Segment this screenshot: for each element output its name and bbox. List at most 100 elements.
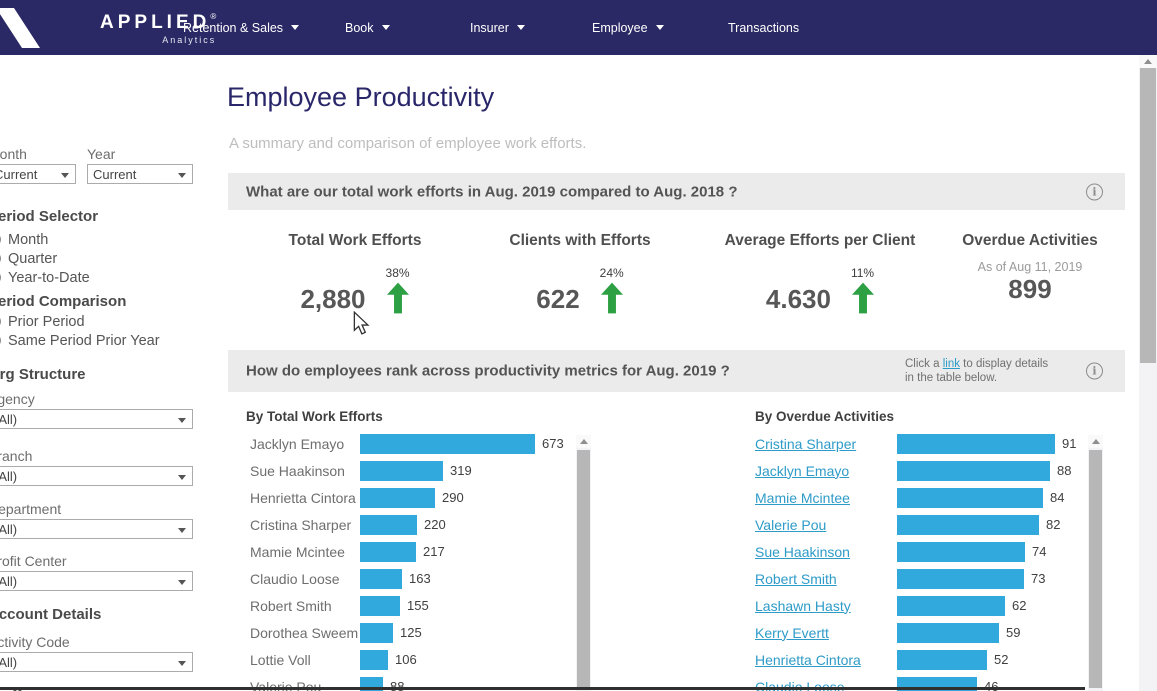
- scroll-up-arrow-icon[interactable]: [1088, 435, 1103, 448]
- chevron-down-icon: [656, 25, 664, 30]
- activity-code-select[interactable]: (All): [0, 652, 193, 672]
- chevron-down-icon: [291, 25, 299, 30]
- kpi-body: 62224%: [536, 266, 623, 314]
- year-filter-label: Year: [87, 146, 115, 162]
- period-selector-option-year-to-date[interactable]: Year-to-Date: [0, 268, 90, 287]
- period-comparison-option-prior-period[interactable]: Prior Period: [0, 312, 160, 331]
- chart-category-label: Lashawn Hasty: [748, 598, 897, 614]
- bar-value-label: 59: [1006, 625, 1020, 640]
- chart-row: Sue Haakinson74: [748, 538, 1088, 565]
- chart-left-scrollbar[interactable]: [576, 435, 591, 691]
- scrollbar-thumb[interactable]: [1140, 68, 1156, 363]
- chart-category-label: Valerie Pou: [748, 517, 897, 533]
- profit-center-select[interactable]: (All): [0, 571, 193, 591]
- info-icon[interactable]: i: [1086, 363, 1103, 380]
- employee-link[interactable]: Valerie Pou: [755, 517, 826, 533]
- details-link[interactable]: link: [943, 358, 960, 370]
- kpi-total-work-efforts: Total Work Efforts2,88038%: [240, 232, 470, 314]
- nav-item-label: Book: [345, 21, 374, 35]
- scrollbar-thumb[interactable]: [577, 450, 590, 688]
- chart-row: Claudio Loose163: [240, 565, 576, 592]
- employee-link[interactable]: Robert Smith: [755, 571, 837, 587]
- chevron-down-icon: [178, 418, 186, 423]
- top-nav-bar: APPLIED® Analytics Retention & SalesBook…: [0, 0, 1157, 55]
- radio-icon[interactable]: [0, 334, 1, 347]
- radio-icon[interactable]: [0, 233, 1, 246]
- chart-category-label: Sue Haakinson: [748, 544, 897, 560]
- kpi-change: 11%: [851, 266, 874, 314]
- chart-row: Jacklyn Emayo88: [748, 457, 1088, 484]
- department-select-value: (All): [0, 522, 17, 537]
- bar: [897, 515, 1039, 535]
- chart-category-label: Jacklyn Emayo: [748, 463, 897, 479]
- chart-row: Mamie Mcintee84: [748, 484, 1088, 511]
- radio-label: Prior Period: [8, 314, 85, 330]
- bar-value-label: 290: [442, 490, 464, 505]
- bar-value-label: 106: [395, 652, 417, 667]
- nav-item-retention-sales[interactable]: Retention & Sales: [183, 0, 299, 55]
- agency-select[interactable]: (All): [0, 409, 193, 429]
- page-title: Employee Productivity: [227, 82, 494, 113]
- period-selector-header: Period Selector: [0, 208, 98, 225]
- bar: [897, 488, 1043, 508]
- nav-item-transactions[interactable]: Transactions: [728, 0, 799, 55]
- bar-value-label: 52: [994, 652, 1008, 667]
- scroll-up-arrow-icon[interactable]: [1139, 55, 1157, 68]
- nav-item-insurer[interactable]: Insurer: [470, 0, 525, 55]
- month-filter-label: Month: [0, 146, 27, 162]
- scroll-up-arrow-icon[interactable]: [576, 435, 591, 448]
- chevron-down-icon: [382, 25, 390, 30]
- period-comparison-option-same-period-prior-year[interactable]: Same Period Prior Year: [0, 331, 160, 350]
- kpi-label: Average Efforts per Client: [690, 232, 950, 250]
- up-arrow-icon: [601, 282, 623, 314]
- employee-link[interactable]: Lashawn Hasty: [755, 598, 851, 614]
- employee-link[interactable]: Jacklyn Emayo: [755, 463, 849, 479]
- question-text-ranking: How do employees rank across productivit…: [246, 363, 730, 380]
- chart-category-label: Mamie Mcintee: [748, 490, 897, 506]
- kpi-value: 2,880: [300, 284, 365, 314]
- employee-link[interactable]: Mamie Mcintee: [755, 490, 850, 506]
- chart-category-label: Henrietta Cintora: [748, 652, 897, 668]
- question-banner-totals: What are our total work efforts in Aug. …: [228, 173, 1125, 210]
- employee-link[interactable]: Sue Haakinson: [755, 544, 850, 560]
- department-select[interactable]: (All): [0, 519, 193, 539]
- applied-logo-icon: [0, 0, 52, 55]
- nav-item-employee[interactable]: Employee: [592, 0, 664, 55]
- period-selector-option-month[interactable]: Month: [0, 230, 90, 249]
- bar-value-label: 155: [407, 598, 429, 613]
- employee-link[interactable]: Kerry Evertt: [755, 625, 829, 641]
- chart-category-label: Robert Smith: [240, 598, 360, 614]
- account-details-header: Account Details: [0, 606, 101, 623]
- month-filter-select[interactable]: Current: [0, 164, 76, 184]
- nav-item-book[interactable]: Book: [345, 0, 390, 55]
- scrollbar-thumb[interactable]: [1089, 450, 1102, 688]
- bar: [360, 596, 400, 616]
- month-filter-value: Current: [0, 167, 37, 182]
- radio-icon[interactable]: [0, 271, 1, 284]
- period-comparison-header: Period Comparison: [0, 293, 126, 310]
- radio-icon[interactable]: [0, 252, 1, 265]
- info-icon[interactable]: i: [1086, 183, 1103, 200]
- kpi-value: 899: [950, 274, 1110, 304]
- kpi-value: 4.630: [766, 284, 831, 314]
- radio-icon[interactable]: [0, 315, 1, 328]
- chart-right-scrollbar[interactable]: [1088, 435, 1103, 691]
- period-selector-option-quarter[interactable]: Quarter: [0, 249, 90, 268]
- question-text-totals: What are our total work efforts in Aug. …: [246, 183, 737, 200]
- chevron-down-icon: [178, 173, 186, 178]
- bar-value-label: 73: [1031, 571, 1045, 586]
- radio-label: Quarter: [8, 251, 57, 267]
- kpi-change: 24%: [600, 266, 624, 314]
- bar: [360, 488, 435, 508]
- page-scrollbar[interactable]: [1139, 55, 1157, 691]
- chart-row: Robert Smith 73: [748, 565, 1088, 592]
- branch-select[interactable]: (All): [0, 466, 193, 486]
- activity-code-select-value: (All): [0, 655, 17, 670]
- employee-link[interactable]: Henrietta Cintora: [755, 652, 861, 668]
- chart-category-label: Jacklyn Emayo: [240, 436, 360, 452]
- year-filter-select[interactable]: Current: [87, 164, 193, 184]
- bar: [897, 623, 999, 643]
- employee-link[interactable]: Cristina Sharper: [755, 436, 856, 452]
- chart-row: Lashawn Hasty62: [748, 592, 1088, 619]
- bar: [897, 596, 1005, 616]
